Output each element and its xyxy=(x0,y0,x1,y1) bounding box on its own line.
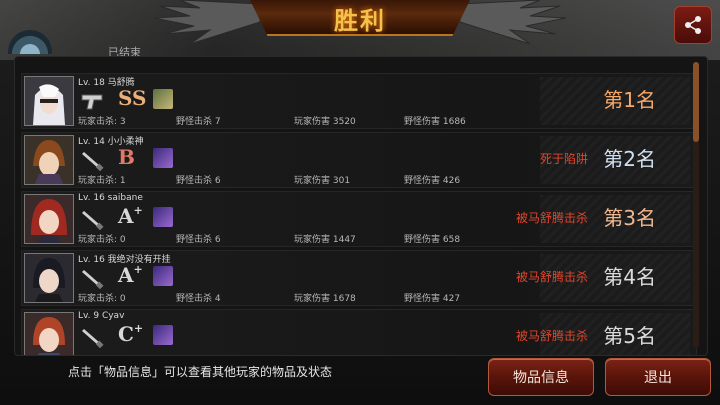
player-row[interactable]: Lv. 16 saibane A+ 玩家击杀: 0 野怪击杀 6 玩家伤害 14… xyxy=(21,191,697,247)
skill-icon xyxy=(153,325,173,345)
item-info-button[interactable]: 物品信息 xyxy=(488,358,594,396)
player-damage: 玩家伤害 1447 xyxy=(294,235,356,245)
grade-letter: A xyxy=(118,263,134,287)
grade-plus: + xyxy=(133,204,143,217)
grade-badge: A+ xyxy=(118,204,143,228)
avatar xyxy=(24,76,74,126)
death-cause: 被马舒腾击杀 xyxy=(515,329,588,343)
monster-kills: 野怪击杀 4 xyxy=(176,294,221,304)
rank-label: 第4名 xyxy=(603,265,656,289)
death-cause: 被马舒腾击杀 xyxy=(515,270,588,284)
monster-damage: 野怪伤害 426 xyxy=(404,176,461,186)
player-kills: 玩家击杀: 0 xyxy=(78,294,126,304)
left-wing-ornament xyxy=(153,0,260,45)
knife-icon xyxy=(82,329,104,349)
grade-letter: C xyxy=(118,322,134,346)
knife-icon xyxy=(82,211,104,231)
results-panel: Lv. 18 马舒腾 SS 玩家击杀: 3 野怪击杀 7 玩家伤害 3520 野… xyxy=(14,56,708,356)
avatar xyxy=(24,253,74,303)
player-kills: 玩家击杀: 0 xyxy=(78,235,126,245)
death-cause: 被马舒腾击杀 xyxy=(515,211,588,225)
monster-kills: 野怪击杀 7 xyxy=(176,117,221,127)
hint-text: 点击「物品信息」可以查看其他玩家的物品及状态 xyxy=(68,365,333,379)
grade-badge: SS xyxy=(118,86,146,110)
death-cause: 死于陷阱 xyxy=(539,152,588,166)
player-kills: 玩家击杀: 3 xyxy=(78,117,126,127)
exit-button[interactable]: 退出 xyxy=(605,358,711,396)
page-title: 胜利 xyxy=(334,7,386,35)
avatar xyxy=(24,135,74,185)
monster-damage: 野怪伤害 427 xyxy=(404,294,461,304)
share-button[interactable] xyxy=(674,6,712,44)
rank-label: 第3名 xyxy=(603,206,656,230)
right-wing-ornament xyxy=(460,0,567,45)
avatar xyxy=(24,194,74,244)
rank-label: 第5名 xyxy=(603,324,656,348)
share-icon xyxy=(685,16,701,34)
rank-label: 第1名 xyxy=(603,88,656,112)
skill-icon xyxy=(153,266,173,286)
rank-label: 第2名 xyxy=(603,147,656,171)
skill-icon xyxy=(153,148,173,168)
player-row[interactable]: Lv. 9 Cyav C+ 被马舒腾击杀 第5名 xyxy=(21,309,697,355)
player-level-name: Lv. 9 Cyav xyxy=(78,311,125,321)
pistol-icon xyxy=(81,94,103,110)
player-row[interactable]: Lv. 14 小小柔神 B 玩家击杀: 1 野怪击杀 6 玩家伤害 301 野怪… xyxy=(21,132,697,188)
grade-letter: B xyxy=(118,145,135,169)
grade-letter: A xyxy=(118,204,134,228)
monster-damage: 野怪伤害 1686 xyxy=(404,117,466,127)
avatar xyxy=(24,312,74,355)
scrollbar-thumb[interactable] xyxy=(693,62,699,142)
monster-kills: 野怪击杀 6 xyxy=(176,176,221,186)
player-damage: 玩家伤害 3520 xyxy=(294,117,356,127)
skill-icon xyxy=(153,207,173,227)
player-row[interactable]: Lv. 18 马舒腾 SS 玩家击杀: 3 野怪击杀 7 玩家伤害 3520 野… xyxy=(21,73,697,129)
knife-icon xyxy=(82,152,104,172)
grade-letter: SS xyxy=(118,86,147,110)
grade-badge: C+ xyxy=(118,322,143,346)
knife-icon xyxy=(82,270,104,290)
grade-badge: B xyxy=(118,145,135,169)
player-damage: 玩家伤害 1678 xyxy=(294,294,356,304)
grade-plus: + xyxy=(133,263,143,276)
player-level-name: Lv. 16 saibane xyxy=(78,193,143,203)
skill-icon xyxy=(153,89,173,109)
grade-plus: + xyxy=(133,322,144,335)
grade-badge: A+ xyxy=(118,263,143,287)
player-damage: 玩家伤害 301 xyxy=(294,176,351,186)
monster-kills: 野怪击杀 6 xyxy=(176,235,221,245)
monster-damage: 野怪伤害 658 xyxy=(404,235,461,245)
player-kills: 玩家击杀: 1 xyxy=(78,176,126,186)
player-row[interactable]: Lv. 16 我绝对没有开挂 A+ 玩家击杀: 0 野怪击杀 4 玩家伤害 16… xyxy=(21,250,697,306)
